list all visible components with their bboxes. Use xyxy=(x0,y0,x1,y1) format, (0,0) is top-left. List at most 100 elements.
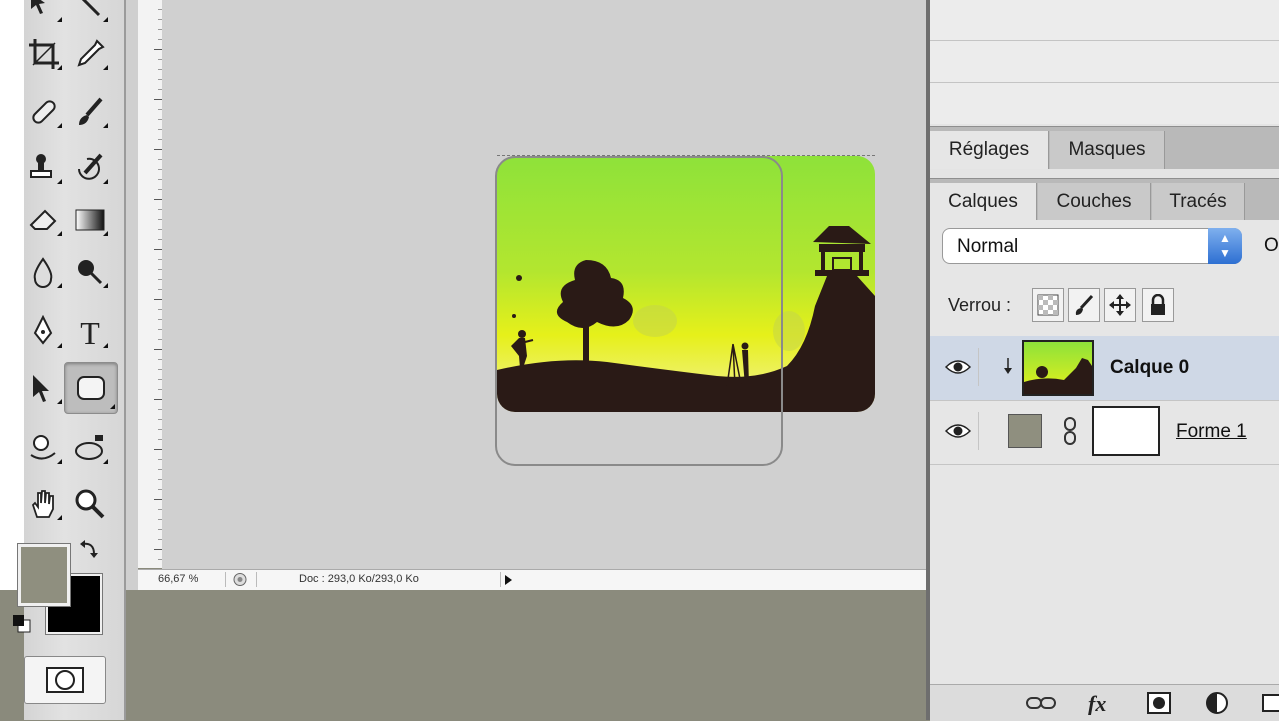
lock-label: Verrou : xyxy=(948,295,1012,315)
layer-row-forme-1[interactable]: Forme 1 xyxy=(930,400,1279,465)
document-canvas[interactable] xyxy=(162,0,928,570)
document-edge xyxy=(0,0,24,590)
crop-tool-button[interactable] xyxy=(24,34,64,74)
burn-tool-button[interactable] xyxy=(70,252,110,292)
type-icon: T xyxy=(80,315,100,349)
layer-name[interactable]: Calque 0 xyxy=(1110,356,1189,380)
foreground-color-swatch[interactable] xyxy=(18,544,70,606)
link-layers-icon[interactable] xyxy=(1026,689,1056,717)
quick-mask-icon xyxy=(46,667,84,693)
padlock-icon xyxy=(1151,294,1165,315)
crop-icon xyxy=(29,39,59,69)
clipping-arrow-icon xyxy=(1004,356,1018,376)
add-mask-icon[interactable] xyxy=(1144,689,1174,717)
brush-icon xyxy=(79,97,103,125)
layer-row-calque-0[interactable]: Calque 0 xyxy=(930,336,1279,401)
gradient-icon xyxy=(75,209,105,231)
tab-reglages[interactable]: Réglages xyxy=(930,131,1049,169)
history-brush-icon xyxy=(78,153,103,180)
healing-brush-tool-button[interactable] xyxy=(24,92,64,132)
lasso-tool-button[interactable] xyxy=(70,0,110,26)
right-panels: Réglages Masques Calques Couches Tracés … xyxy=(930,0,1279,721)
pen-tool-button[interactable] xyxy=(24,312,64,352)
arrow-icon xyxy=(33,375,49,402)
panel-gap xyxy=(126,0,138,590)
hand-icon xyxy=(31,490,54,518)
eraser-icon xyxy=(29,209,57,230)
new-group-icon[interactable] xyxy=(1256,689,1279,717)
fill-color-thumbnail[interactable] xyxy=(1008,414,1042,448)
bandage-icon xyxy=(32,100,56,124)
opacity-label: O xyxy=(1264,235,1279,256)
vector-mask-thumbnail[interactable] xyxy=(1092,406,1160,456)
eraser-tool-button[interactable] xyxy=(24,200,64,240)
drop-icon xyxy=(33,257,53,288)
layers-tab-bar: Calques Couches Tracés xyxy=(930,178,1279,221)
hand-tool-button[interactable] xyxy=(24,484,64,524)
eyedropper-icon xyxy=(77,39,105,67)
eyedropper-tool-button[interactable] xyxy=(70,34,110,74)
svg-text:T: T xyxy=(80,315,100,349)
layer-visibility-eye-icon[interactable] xyxy=(938,348,979,386)
rounded-rectangle-icon xyxy=(77,376,105,400)
layer-thumbnail xyxy=(1022,340,1094,396)
3d-rotate-tool-button[interactable] xyxy=(24,428,64,468)
adjustment-layer-icon[interactable] xyxy=(1202,689,1232,717)
swap-arrows-icon xyxy=(80,540,98,558)
stamp-icon xyxy=(30,154,52,178)
tab-calques[interactable]: Calques xyxy=(930,183,1037,221)
zoom-level-field[interactable]: 66,67 % xyxy=(140,572,226,587)
layer-name[interactable]: Forme 1 xyxy=(1176,420,1247,444)
chain-link-icon[interactable] xyxy=(1062,416,1078,446)
move-icon xyxy=(31,0,45,14)
clone-stamp-tool-button[interactable] xyxy=(24,148,64,188)
lock-all-button[interactable] xyxy=(1142,288,1174,322)
status-bar: 66,67 % Doc : 293,0 Ko/293,0 Ko xyxy=(138,569,928,590)
layer-visibility-eye-icon[interactable] xyxy=(938,412,979,450)
layer-style-fx-icon[interactable]: fx xyxy=(1086,689,1116,717)
tab-masques[interactable]: Masques xyxy=(1050,131,1165,169)
gradient-tool-button[interactable] xyxy=(70,200,110,240)
move-cross-icon xyxy=(1109,294,1131,316)
pen-icon xyxy=(33,315,53,345)
adjustments-tab-bar: Réglages Masques xyxy=(930,126,1279,169)
zoom-icon xyxy=(75,489,105,519)
3d-rotate-icon xyxy=(30,435,56,460)
lock-position-button[interactable] xyxy=(1104,288,1136,322)
panel-separator xyxy=(930,82,1279,83)
workspace-background xyxy=(126,590,928,720)
rounded-rectangle-shape-path[interactable] xyxy=(495,156,783,466)
select-arrows-icon: ▲ ▼ xyxy=(1208,228,1242,264)
upper-panel xyxy=(930,0,1279,124)
lasso-icon xyxy=(81,0,101,17)
tab-couches[interactable]: Couches xyxy=(1038,183,1151,221)
default-colors-button[interactable] xyxy=(12,614,32,634)
checkerboard-icon xyxy=(1037,294,1059,316)
lock-pixels-button[interactable] xyxy=(1068,288,1100,322)
tab-traces[interactable]: Tracés xyxy=(1152,183,1245,221)
3d-orbit-tool-button[interactable] xyxy=(70,428,110,468)
blend-mode-value: Normal xyxy=(957,236,1019,257)
layers-panel-footer: fx xyxy=(930,684,1279,721)
burn-icon xyxy=(78,260,103,285)
svg-text:fx: fx xyxy=(1088,691,1106,715)
zoom-preview-icon[interactable] xyxy=(232,572,248,587)
blur-tool-button[interactable] xyxy=(24,252,64,292)
default-colors-icon xyxy=(13,615,31,633)
document-size-info: Doc : 293,0 Ko/293,0 Ko xyxy=(256,572,501,587)
status-menu-arrow-icon[interactable] xyxy=(502,573,514,587)
brush-tool-button[interactable] xyxy=(70,92,110,132)
zoom-tool-button[interactable] xyxy=(70,484,110,524)
lock-transparency-button[interactable] xyxy=(1032,288,1064,322)
type-tool-button[interactable]: T xyxy=(70,312,110,352)
move-tool-button[interactable] xyxy=(24,0,64,26)
vertical-ruler[interactable] xyxy=(138,0,163,568)
history-brush-tool-button[interactable] xyxy=(70,148,110,188)
brush-lock-icon xyxy=(1075,294,1094,315)
3d-orbit-icon xyxy=(75,435,103,460)
path-selection-tool-button[interactable] xyxy=(24,368,64,408)
quick-mask-button[interactable] xyxy=(24,656,106,704)
blend-mode-select[interactable]: Normal ▲ ▼ xyxy=(942,228,1242,264)
swap-colors-button[interactable] xyxy=(78,538,100,560)
rounded-rectangle-tool-button[interactable] xyxy=(64,362,118,414)
